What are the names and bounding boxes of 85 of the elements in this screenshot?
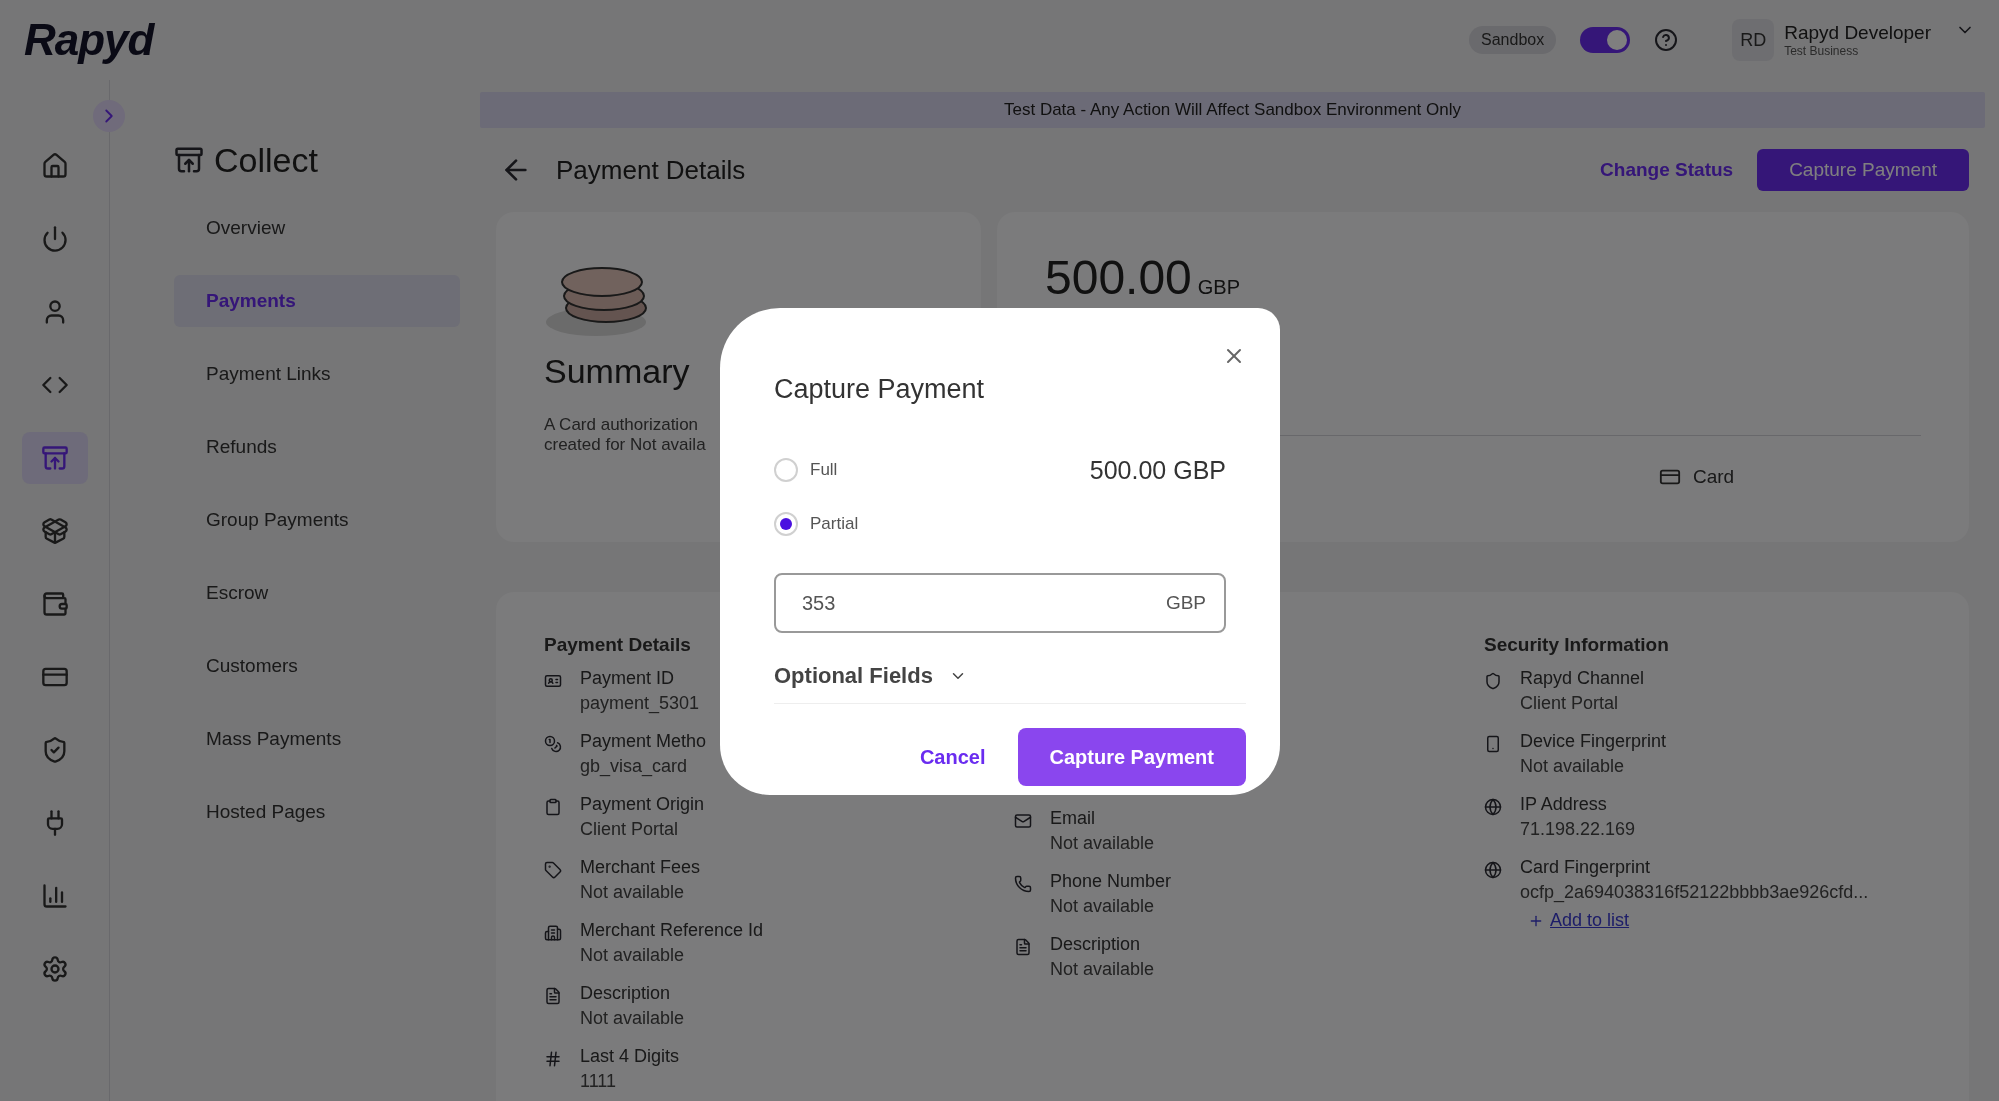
page-title: Payment Details [556, 154, 747, 186]
detail-label: Description [1050, 934, 1141, 955]
detail-label: Card Fingerprint [1520, 857, 1651, 878]
amount-input-field[interactable]: 353 GBP [774, 573, 1226, 633]
section-title: Collect [214, 140, 318, 180]
detail-value: payment_5301 [580, 693, 700, 714]
full-amount: 500.00 GBP [1089, 455, 1226, 485]
expand-sidebar-button[interactable] [93, 100, 125, 132]
detail-value: Not available [1050, 896, 1155, 917]
id-card-icon [544, 672, 562, 690]
detail-label: Payment Metho [580, 731, 707, 752]
add-to-list-link[interactable]: Add to list [1550, 910, 1630, 931]
subnav-item[interactable]: Payment Links [174, 348, 460, 400]
subnav-item[interactable]: Payments [174, 275, 460, 327]
detail-label: Merchant Reference Id [580, 920, 764, 941]
clipboard-icon [544, 798, 562, 816]
detail-value: Not available [1520, 756, 1625, 777]
detail-value: 71.198.22.169 [1520, 819, 1636, 840]
subnav-item[interactable]: Group Payments [174, 494, 460, 546]
coins-icon [544, 735, 562, 753]
summary-text: A Card authorization [544, 415, 700, 435]
shield-icon [1484, 672, 1502, 690]
environment-badge: Sandbox [1469, 26, 1557, 54]
detail-value: Client Portal [580, 819, 679, 840]
radio-button[interactable] [774, 512, 798, 536]
dialog-title: Capture Payment [774, 374, 986, 405]
logo: Rapyd [24, 15, 154, 65]
amount-currency: GBP [1197, 276, 1241, 299]
subnav-item[interactable]: Escrow [174, 567, 460, 619]
detail-label: Payment Origin [580, 794, 705, 815]
document-icon [544, 987, 562, 1005]
help-icon[interactable] [1654, 28, 1679, 52]
detail-label: Merchant Fees [580, 857, 701, 878]
sandbox-banner: Test Data - Any Action Will Affect Sandbox Environment Only [480, 92, 1985, 128]
subnav-item[interactable]: Overview [174, 202, 460, 254]
business-name: Test Business [1784, 44, 1860, 58]
subnav-item[interactable]: Refunds [174, 421, 460, 473]
summary-title: Summary [544, 352, 691, 391]
optional-fields-toggle[interactable]: Optional Fields [774, 663, 1246, 704]
payment-method: Card [1693, 466, 1735, 488]
smartphone-icon [1484, 735, 1502, 753]
detail-value: Not available [580, 882, 685, 903]
amount-input[interactable]: 353 [800, 590, 1166, 616]
radio-label: Partial [810, 514, 860, 534]
change-status-link[interactable]: Change Status [1600, 159, 1734, 181]
detail-label: IP Address [1520, 794, 1607, 815]
detail-label: Email [1050, 808, 1095, 829]
detail-label: Device Fingerprint [1520, 731, 1667, 752]
radio-label: Full [810, 460, 839, 480]
subnav-item[interactable]: Hosted Pages [174, 786, 460, 838]
tag-icon [544, 861, 562, 879]
detail-value: gb_visa_card [580, 756, 688, 777]
building-icon [544, 924, 562, 942]
summary-text: created for Not availa [544, 435, 707, 455]
detail-value: Not available [1050, 959, 1155, 980]
user-name: Rapyd Developer [1784, 22, 1931, 44]
mail-icon [1014, 812, 1032, 830]
detail-label: Payment ID [580, 668, 675, 689]
subnav-item[interactable]: Customers [174, 640, 460, 692]
detail-label: Rapyd Channel [1520, 668, 1645, 689]
detail-label: Last 4 Digits [580, 1046, 680, 1067]
hash-icon [544, 1050, 562, 1068]
section-heading: Security Information [1484, 634, 1669, 657]
detail-value: Not available [1050, 833, 1155, 854]
sandbox-toggle[interactable] [1580, 27, 1631, 53]
subnav-item[interactable]: Mass Payments [174, 713, 460, 765]
detail-label: Phone Number [1050, 871, 1172, 892]
section-heading: Payment Details [544, 634, 691, 657]
amount-value: 500.00 [1045, 250, 1192, 305]
currency-suffix: GBP [1165, 592, 1206, 614]
detail-value: Not available [580, 945, 685, 966]
capture-payment-button[interactable]: Capture Payment [1757, 149, 1969, 191]
globe-icon [1484, 798, 1502, 816]
phone-icon [1014, 875, 1032, 893]
detail-label: Description [580, 983, 671, 1004]
user-avatar: RD [1732, 19, 1775, 61]
cancel-button[interactable]: Cancel [919, 745, 986, 769]
document-icon [1014, 938, 1032, 956]
detail-value: 1111 [580, 1071, 617, 1092]
detail-value: Client Portal [1520, 693, 1619, 714]
globe-icon [1484, 861, 1502, 879]
confirm-capture-button[interactable]: Capture Payment [1017, 728, 1246, 786]
detail-value: ocfp_2a694038316f52122bbbb3ae926cfd... [1520, 882, 1869, 903]
radio-button[interactable] [774, 458, 798, 482]
detail-value: Not available [580, 1008, 685, 1029]
